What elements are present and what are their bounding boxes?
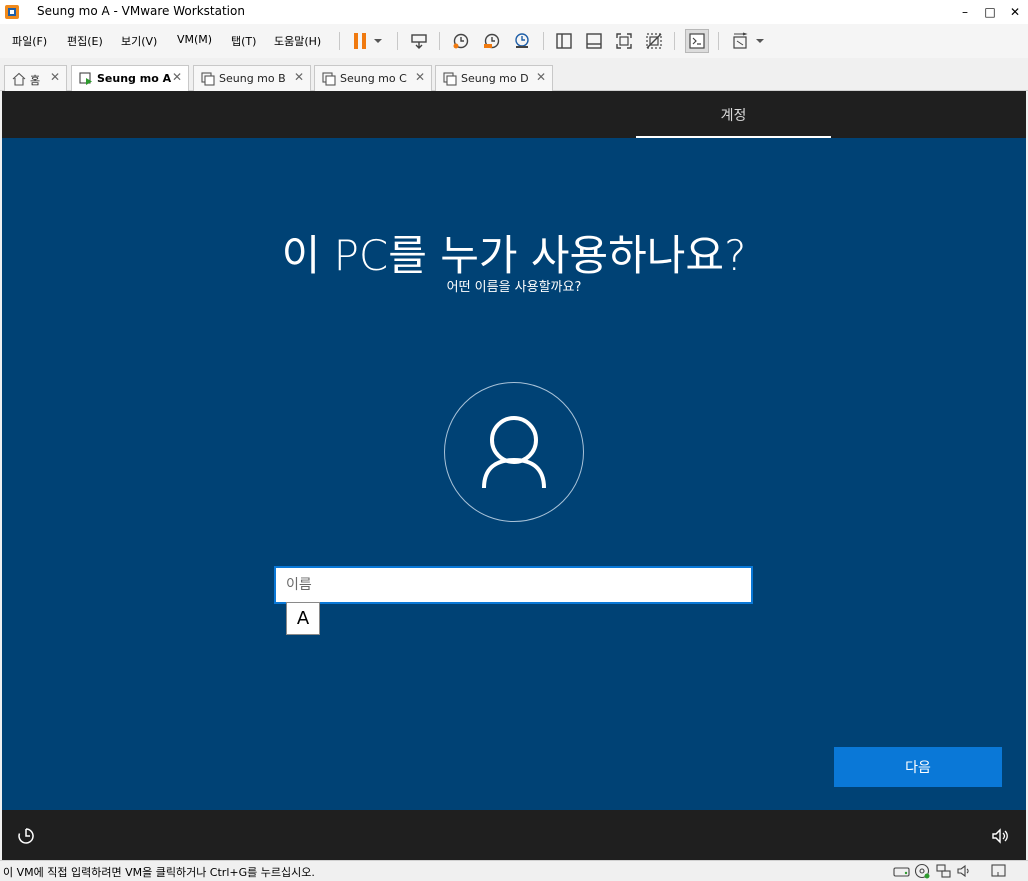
avatar <box>444 382 584 522</box>
full-screen-icon[interactable] <box>612 29 636 53</box>
power-dropdown-arrow-icon[interactable] <box>370 29 386 53</box>
toolbar-separator <box>543 32 544 50</box>
menu-vm[interactable]: VM(M) <box>177 33 212 46</box>
step-label-account: 계정 <box>720 108 747 124</box>
thumbnail-bar-icon[interactable] <box>582 29 606 53</box>
vmware-window: Seung mo A - VMware Workstation – □ ✕ 파일… <box>0 0 1028 881</box>
volume-icon[interactable] <box>990 826 1010 846</box>
network-adapter-icon[interactable] <box>935 863 952 879</box>
menu-file[interactable]: 파일(F) <box>12 33 47 49</box>
toolbar-separator <box>397 32 398 50</box>
vm-icon <box>322 72 336 86</box>
snapshot-manager-icon[interactable] <box>510 29 534 53</box>
status-text: 이 VM에 직접 입력하려면 VM을 클릭하거나 Ctrl+G를 누르십시오. <box>3 866 315 879</box>
menu-help[interactable]: 도움말(H) <box>274 33 321 49</box>
tab-seung-mo-a[interactable]: Seung mo A ✕ <box>71 65 189 92</box>
tab-label: Seung mo A <box>97 72 172 85</box>
tab-label: Seung mo B <box>219 72 286 85</box>
toolbar-separator <box>718 32 719 50</box>
minimize-button[interactable]: – <box>952 0 978 24</box>
pause-icon[interactable] <box>348 29 372 53</box>
maximize-button[interactable]: □ <box>977 0 1003 24</box>
vm-icon <box>201 72 215 86</box>
menu-tabs[interactable]: 탭(T) <box>231 33 256 49</box>
revert-snapshot-icon[interactable] <box>480 29 504 53</box>
tab-seung-mo-b[interactable]: Seung mo B ✕ <box>193 65 311 91</box>
next-button[interactable]: 다음 <box>834 747 1002 787</box>
tab-seung-mo-d[interactable]: Seung mo D ✕ <box>435 65 553 91</box>
menu-view[interactable]: 보기(V) <box>121 33 157 49</box>
toolbar-separator <box>674 32 675 50</box>
hard-disk-icon[interactable] <box>893 863 910 879</box>
vm-icon <box>443 72 457 86</box>
close-tab-icon[interactable]: ✕ <box>536 70 546 84</box>
toolbar-separator <box>339 32 340 50</box>
ime-mode-indicator[interactable]: A <box>286 602 320 635</box>
toolbar-separator <box>439 32 440 50</box>
ease-of-access-icon[interactable] <box>16 826 36 846</box>
tab-bar: 홈 ✕ Seung mo A ✕ Seung mo B ✕ Seung mo C… <box>0 62 1028 92</box>
tab-label: Seung mo C <box>340 72 407 85</box>
close-tab-icon[interactable]: ✕ <box>415 70 425 84</box>
user-icon <box>482 416 546 489</box>
oobe-footer <box>2 810 1026 860</box>
window-title: Seung mo A - VMware Workstation <box>37 4 245 18</box>
status-bar: 이 VM에 직접 입력하려면 VM을 클릭하거나 Ctrl+G를 누르십시오. <box>0 860 1028 881</box>
cd-dvd-icon[interactable] <box>914 863 931 879</box>
oobe-main: 이 PC를 누가 사용하나요? 어떤 이름을 사용할까요? A 다음 <box>2 138 1026 810</box>
vm-console[interactable]: 계정 이 PC를 누가 사용하나요? 어떤 이름을 사용할까요? A 다음 <box>2 91 1026 860</box>
vm-running-icon <box>79 72 92 85</box>
tab-home[interactable]: 홈 ✕ <box>4 65 67 91</box>
show-library-icon[interactable] <box>552 29 576 53</box>
oobe-header: 계정 <box>2 91 1026 138</box>
menu-edit[interactable]: 편집(E) <box>67 33 103 49</box>
send-keys-icon[interactable] <box>407 29 431 53</box>
page-title: 이 PC를 누가 사용하나요? <box>281 231 747 280</box>
sound-icon[interactable] <box>956 863 973 879</box>
close-tab-icon[interactable]: ✕ <box>172 70 182 84</box>
close-tab-icon[interactable]: ✕ <box>50 70 60 84</box>
home-icon <box>12 72 26 86</box>
menu-toolbar: 파일(F) 편집(E) 보기(V) VM(M) 탭(T) 도움말(H) <box>0 24 1028 58</box>
tab-label: Seung mo D <box>461 72 529 85</box>
vmware-app-icon <box>5 5 19 19</box>
stretch-guest-icon[interactable] <box>728 29 752 53</box>
console-view-icon[interactable] <box>685 29 709 53</box>
close-tab-icon[interactable]: ✕ <box>294 70 304 84</box>
close-button[interactable]: ✕ <box>1002 0 1028 24</box>
page-subtitle: 어떤 이름을 사용할까요? <box>446 280 582 295</box>
stretch-dropdown-arrow-icon[interactable] <box>752 29 768 53</box>
unity-icon[interactable] <box>642 29 666 53</box>
title-bar[interactable]: Seung mo A - VMware Workstation – □ ✕ <box>0 0 1028 24</box>
message-icon[interactable] <box>990 863 1007 879</box>
tab-label: 홈 <box>30 74 41 87</box>
name-input[interactable] <box>274 566 753 604</box>
tab-seung-mo-c[interactable]: Seung mo C ✕ <box>314 65 432 91</box>
snapshot-icon[interactable] <box>449 29 473 53</box>
